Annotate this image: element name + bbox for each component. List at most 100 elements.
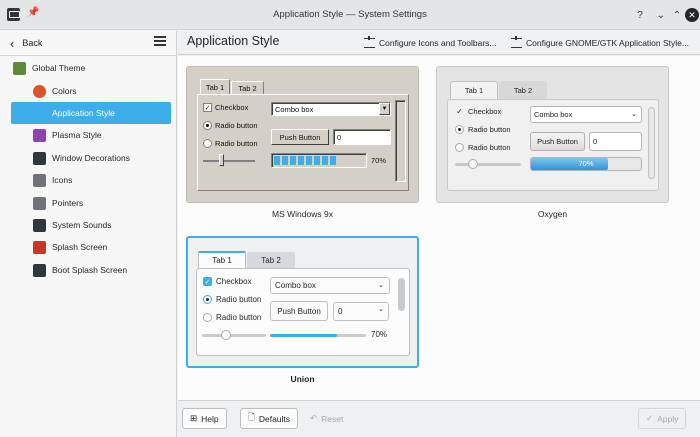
slider-track bbox=[455, 163, 521, 166]
sidebar-item-label: Global Theme bbox=[32, 63, 86, 73]
sidebar-item-system-sounds[interactable]: System Sounds bbox=[11, 214, 171, 236]
sidebar-item-label: Plasma Style bbox=[52, 130, 102, 140]
sidebar-item-label: Boot Splash Screen bbox=[52, 265, 128, 275]
reset-label: Reset bbox=[321, 413, 344, 424]
style-card-union[interactable]: Tab 1 Tab 2 ✓ Checkbox Radio button Radi… bbox=[186, 236, 419, 391]
close-icon[interactable]: ✕ bbox=[685, 8, 699, 22]
defaults-button[interactable]: 🗋 Defaults bbox=[240, 408, 299, 429]
undo-icon: ↶ bbox=[310, 413, 318, 423]
colors-icon bbox=[33, 84, 46, 98]
configure-toolbars-label: Configure Icons and Toolbars... bbox=[379, 38, 497, 48]
system-sounds-icon bbox=[33, 218, 46, 232]
defaults-label: Defaults bbox=[258, 413, 291, 424]
progress-label: 70% bbox=[371, 330, 388, 339]
configure-gtk-label: Configure GNOME/GTK Application Style... bbox=[526, 38, 689, 48]
radio-label-1: Radio button bbox=[216, 295, 262, 304]
reset-button[interactable]: ↶ Reset bbox=[302, 408, 351, 429]
radio-selected-icon bbox=[203, 295, 212, 304]
back-button[interactable]: ‹ Back bbox=[10, 32, 42, 54]
sidebar-item-label: Pointers bbox=[52, 198, 84, 208]
push-button: Push Button bbox=[271, 129, 329, 145]
tab-2: Tab 2 bbox=[499, 81, 547, 99]
sidebar-item-global-theme[interactable]: Global Theme bbox=[13, 57, 171, 79]
tab-1: Tab 1 bbox=[200, 79, 230, 94]
checkbox-option: ✓ Checkbox bbox=[203, 103, 248, 112]
hamburger-menu-icon[interactable] bbox=[154, 36, 166, 46]
icons-icon bbox=[33, 173, 46, 187]
radio-icon bbox=[455, 143, 464, 152]
style-name-oxygen: Oxygen bbox=[537, 209, 568, 219]
radio-option-1: Radio button bbox=[203, 121, 258, 130]
help-icon[interactable]: ? bbox=[633, 8, 647, 22]
checkmark-icon: ✓ bbox=[646, 413, 654, 423]
sidebar-item-label: Icons bbox=[52, 175, 73, 185]
sidebar-item-plasma-style[interactable]: Plasma Style bbox=[11, 124, 171, 146]
application-style-icon bbox=[33, 106, 46, 120]
push-button: Push Button bbox=[270, 301, 328, 321]
radio-label-2: Radio button bbox=[216, 313, 262, 322]
style-grid: Tab 1 Tab 2 ✓ Checkbox Radio button Radi… bbox=[178, 56, 700, 400]
chevron-down-icon: ⌄ bbox=[378, 306, 384, 313]
radio-option-2: Radio button bbox=[203, 313, 261, 322]
tab-1: Tab 1 bbox=[198, 251, 246, 268]
radio-label-1: Radio button bbox=[468, 125, 511, 134]
slider-thumb bbox=[221, 330, 231, 340]
progress-bar: 70% bbox=[530, 157, 642, 171]
chevron-left-icon: ‹ bbox=[10, 35, 15, 51]
style-card-oxygen[interactable]: Tab 1 Tab 2 ✓ Checkbox Radio button Radi… bbox=[436, 66, 669, 230]
configure-gtk-button[interactable]: Configure GNOME/GTK Application Style... bbox=[511, 35, 689, 51]
configure-toolbars-button[interactable]: Configure Icons and Toolbars... bbox=[364, 35, 497, 51]
combo-label: Combo box bbox=[534, 110, 573, 119]
maximize-icon[interactable]: ⌃ bbox=[670, 8, 684, 22]
checkbox-option: ✓ Checkbox bbox=[203, 277, 252, 286]
sidebar-item-label: Window Decorations bbox=[52, 153, 130, 163]
help-button[interactable]: ⊞ Help bbox=[182, 408, 227, 429]
combo-box: Combo box ▼ bbox=[271, 102, 391, 116]
combo-label: Combo box bbox=[275, 104, 314, 114]
style-name-ms-windows-9x: MS Windows 9x bbox=[272, 209, 333, 219]
union-preview: Tab 1 Tab 2 ✓ Checkbox Radio button Radi… bbox=[186, 236, 419, 368]
back-label: Back bbox=[22, 38, 43, 48]
tab-2: Tab 2 bbox=[231, 81, 264, 94]
page-header: Application Style Configure Icons and To… bbox=[178, 31, 700, 55]
slider-thumb bbox=[219, 154, 224, 166]
radio-label-2: Radio button bbox=[215, 139, 258, 148]
window-decorations-icon bbox=[33, 151, 46, 165]
progress-fill bbox=[270, 334, 337, 337]
radio-selected-icon bbox=[455, 125, 464, 134]
combo-box: Combo box ⌄ bbox=[530, 106, 642, 123]
slider-track bbox=[202, 334, 266, 337]
checkbox-label: Checkbox bbox=[216, 277, 252, 286]
sidebar-item-icons[interactable]: Icons bbox=[11, 169, 171, 191]
oxygen-preview: Tab 1 Tab 2 ✓ Checkbox Radio button Radi… bbox=[436, 66, 669, 203]
checkbox-label: Checkbox bbox=[468, 107, 502, 116]
style-name-union: Union bbox=[290, 374, 315, 384]
radio-label-2: Radio button bbox=[468, 143, 511, 152]
radio-option-2: Radio button bbox=[203, 139, 258, 148]
sidebar-item-splash-screen[interactable]: Splash Screen bbox=[11, 236, 171, 258]
sidebar-item-colors[interactable]: Colors bbox=[11, 80, 171, 102]
scrollbar bbox=[648, 107, 655, 179]
document-icon: 🗋 bbox=[248, 411, 255, 422]
apply-button[interactable]: ✓ Apply bbox=[638, 408, 687, 429]
spin-value: 0 bbox=[338, 307, 343, 316]
combo-label: Combo box bbox=[275, 281, 316, 290]
sidebar-item-pointers[interactable]: Pointers bbox=[11, 192, 171, 214]
progress-bar bbox=[271, 153, 367, 168]
style-card-ms-windows-9x[interactable]: Tab 1 Tab 2 ✓ Checkbox Radio button Radi… bbox=[186, 66, 419, 230]
sidebar-item-window-decorations[interactable]: Window Decorations bbox=[11, 147, 171, 169]
configure-icon bbox=[364, 36, 375, 48]
sidebar-item-label: Splash Screen bbox=[52, 242, 108, 252]
sidebar-item-boot-splash-screen[interactable]: Boot Splash Screen bbox=[11, 259, 171, 281]
help-icon: ⊞ bbox=[190, 413, 198, 423]
progress-bar bbox=[270, 334, 366, 337]
radio-option-1: Radio button bbox=[455, 125, 511, 134]
chevron-down-icon: ⌄ bbox=[378, 282, 384, 289]
spin-box: 0 bbox=[589, 132, 642, 151]
push-button: Push Button bbox=[530, 132, 585, 151]
check-icon: ✓ bbox=[456, 107, 463, 116]
sidebar-item-application-style[interactable]: Application Style bbox=[11, 102, 171, 124]
minimize-icon[interactable]: ⌄ bbox=[654, 8, 668, 22]
progress-fill bbox=[274, 156, 338, 165]
tab-1: Tab 1 bbox=[450, 81, 498, 99]
